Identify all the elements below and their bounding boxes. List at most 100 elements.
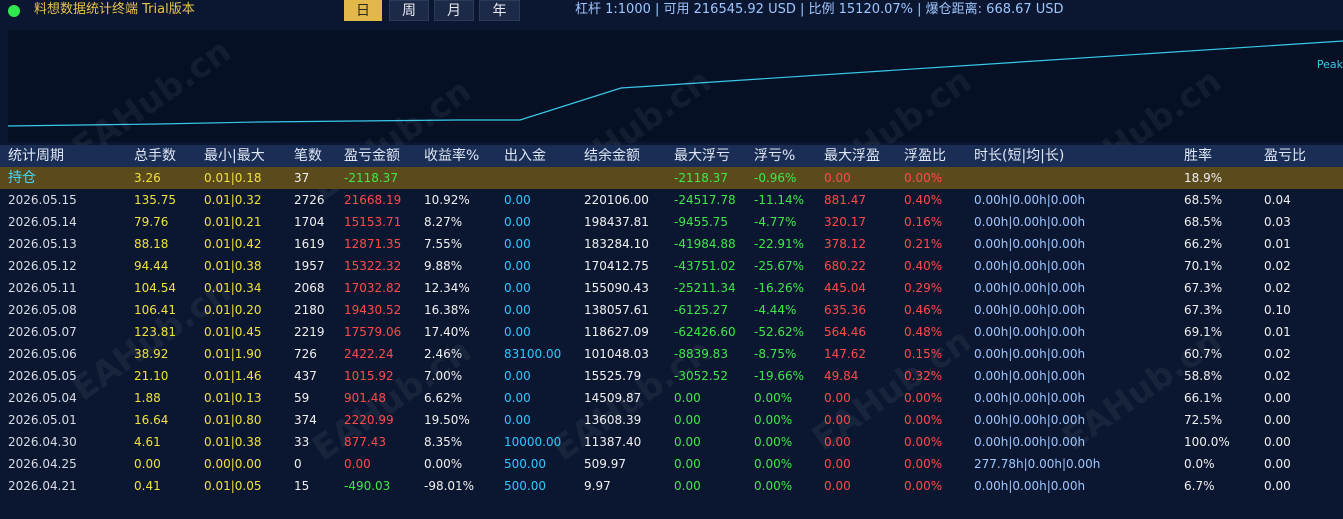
period-week-button[interactable]: 周	[389, 0, 429, 21]
row-lots: 123.81	[134, 325, 176, 339]
col-header-balance[interactable]: 结余金额	[584, 145, 640, 167]
row-return: 17.40%	[424, 325, 470, 339]
row-lots: 21.10	[134, 369, 169, 383]
row-lots: 0.00	[134, 457, 161, 471]
table-row[interactable]: 2026.05.07 123.81 0.01|0.45 2219 17579.06 17.…	[0, 321, 1343, 343]
holding-row[interactable]: 持仓 3.26 0.01|0.18 37 -2118.37 -2118.37 -…	[0, 167, 1343, 189]
row-win-rate: 100.0%	[1184, 435, 1230, 449]
row-pl-ratio: 0.00	[1264, 435, 1291, 449]
row-balance: 9.97	[584, 479, 611, 493]
row-pnl: 1015.92	[344, 369, 394, 383]
row-duration: 0.00h|0.00h|0.00h	[974, 259, 1086, 273]
row-max-float-loss: -43751.02	[674, 259, 736, 273]
holding-label: 持仓	[8, 170, 36, 186]
row-lots: 94.44	[134, 259, 169, 273]
row-float-loss-pct: -8.75%	[754, 347, 797, 361]
table-row[interactable]: 2026.05.06 38.92 0.01|1.90 726 2422.24 2.46% 8…	[0, 343, 1343, 365]
row-return: 2.46%	[424, 347, 463, 361]
row-float-loss-pct: 0.00%	[754, 457, 793, 471]
row-max-float-loss: 0.00	[674, 457, 701, 471]
col-header-duration[interactable]: 时长(短|均|长)	[974, 145, 1064, 167]
row-return: 16.38%	[424, 303, 470, 317]
row-pnl: 15322.32	[344, 259, 402, 273]
row-balance: 138057.61	[584, 303, 649, 317]
row-count: 15	[294, 479, 310, 493]
row-flow: 0.00	[504, 303, 531, 317]
row-max-float-profit: 0.00	[824, 435, 851, 449]
col-header-flow[interactable]: 出入金	[504, 145, 546, 167]
col-header-pnl[interactable]: 盈亏金额	[344, 145, 400, 167]
col-header-float-profit-ratio[interactable]: 浮盈比	[904, 145, 946, 167]
row-pnl: -490.03	[344, 479, 391, 493]
row-pnl: 2422.24	[344, 347, 394, 361]
col-header-return[interactable]: 收益率%	[424, 145, 479, 167]
table-row[interactable]: 2026.05.01 16.64 0.01|0.80 374 2220.99 19.50%…	[0, 409, 1343, 431]
row-count: 374	[294, 413, 317, 427]
col-header-lots[interactable]: 总手数	[134, 145, 176, 167]
row-max-float-loss: -9455.75	[674, 215, 728, 229]
row-count: 1957	[294, 259, 325, 273]
holding-max-float-profit: 0.00	[824, 171, 851, 185]
row-float-profit-ratio: 0.00%	[904, 413, 943, 427]
table-row[interactable]: 2026.05.15 135.75 0.01|0.32 2726 21668.19 10.…	[0, 189, 1343, 211]
col-header-max-float-loss[interactable]: 最大浮亏	[674, 145, 730, 167]
table-row[interactable]: 2026.04.25 0.00 0.00|0.00 0 0.00 0.00% 500.00 5…	[0, 453, 1343, 475]
row-balance: 13608.39	[584, 413, 642, 427]
row-pl-ratio: 0.00	[1264, 413, 1291, 427]
holding-float-profit-ratio: 0.00%	[904, 171, 943, 185]
period-year-button[interactable]: 年	[479, 0, 520, 21]
table-row[interactable]: 2026.05.04 1.88 0.01|0.13 59 901.48 6.62% 0.00…	[0, 387, 1343, 409]
row-duration: 0.00h|0.00h|0.00h	[974, 281, 1086, 295]
row-win-rate: 68.5%	[1184, 193, 1223, 207]
table-row[interactable]: 2026.05.13 88.18 0.01|0.42 1619 12871.35 7.55…	[0, 233, 1343, 255]
row-date: 2026.05.08	[8, 303, 77, 317]
row-flow: 0.00	[504, 369, 531, 383]
row-win-rate: 72.5%	[1184, 413, 1223, 427]
table-row[interactable]: 2026.04.21 0.41 0.01|0.05 15 -490.03 -98.01% 5…	[0, 475, 1343, 497]
row-win-rate: 0.0%	[1184, 457, 1215, 471]
col-header-float-loss-pct[interactable]: 浮亏%	[754, 145, 795, 167]
row-max-float-profit: 320.17	[824, 215, 866, 229]
row-lots: 1.88	[134, 391, 161, 405]
row-balance: 198437.81	[584, 215, 649, 229]
col-header-win-rate[interactable]: 胜率	[1184, 145, 1212, 167]
table-row[interactable]: 2026.05.11 104.54 0.01|0.34 2068 17032.82 12.…	[0, 277, 1343, 299]
row-max-float-profit: 881.47	[824, 193, 866, 207]
row-balance: 183284.10	[584, 237, 649, 251]
row-max-float-profit: 0.00	[824, 391, 851, 405]
row-lots: 0.41	[134, 479, 161, 493]
table-row[interactable]: 2026.05.05 21.10 0.01|1.46 437 1015.92 7.00% 0…	[0, 365, 1343, 387]
row-float-loss-pct: -25.67%	[754, 259, 805, 273]
row-float-profit-ratio: 0.15%	[904, 347, 943, 361]
row-pnl: 21668.19	[344, 193, 402, 207]
table-row[interactable]: 2026.05.14 79.76 0.01|0.21 1704 15153.71 8.27…	[0, 211, 1343, 233]
row-lots: 79.76	[134, 215, 169, 229]
row-date: 2026.05.01	[8, 413, 77, 427]
row-count: 2180	[294, 303, 325, 317]
row-pl-ratio: 0.03	[1264, 215, 1291, 229]
row-pl-ratio: 0.01	[1264, 325, 1291, 339]
col-header-pl-ratio[interactable]: 盈亏比	[1264, 145, 1306, 167]
row-count: 1704	[294, 215, 325, 229]
holding-lots: 3.26	[134, 171, 161, 185]
col-header-period[interactable]: 统计周期	[8, 145, 64, 167]
row-float-loss-pct: 0.00%	[754, 413, 793, 427]
table-row[interactable]: 2026.04.30 4.61 0.01|0.38 33 877.43 8.35% 1000…	[0, 431, 1343, 453]
table-row[interactable]: 2026.05.08 106.41 0.01|0.20 2180 19430.52 16.…	[0, 299, 1343, 321]
period-month-button[interactable]: 月	[434, 0, 474, 21]
row-duration: 0.00h|0.00h|0.00h	[974, 215, 1086, 229]
row-max-float-loss: -6125.27	[674, 303, 728, 317]
row-win-rate: 67.3%	[1184, 281, 1223, 295]
period-day-button[interactable]: 日	[344, 0, 382, 21]
row-date: 2026.04.25	[8, 457, 77, 471]
row-float-profit-ratio: 0.16%	[904, 215, 943, 229]
account-info: 杠杆 1:1000 | 可用 216545.92 USD | 比例 15120.…	[575, 2, 1064, 17]
table-row[interactable]: 2026.05.12 94.44 0.01|0.38 1957 15322.32 9.88…	[0, 255, 1343, 277]
table-header: 统计周期 总手数 最小|最大 笔数 盈亏金额 收益率% 出入金 结余金额 最大浮…	[0, 145, 1343, 167]
col-header-count[interactable]: 笔数	[294, 145, 322, 167]
col-header-minmax[interactable]: 最小|最大	[204, 145, 265, 167]
row-count: 1619	[294, 237, 325, 251]
row-float-loss-pct: 0.00%	[754, 435, 793, 449]
col-header-max-float-profit[interactable]: 最大浮盈	[824, 145, 880, 167]
row-float-profit-ratio: 0.40%	[904, 259, 943, 273]
